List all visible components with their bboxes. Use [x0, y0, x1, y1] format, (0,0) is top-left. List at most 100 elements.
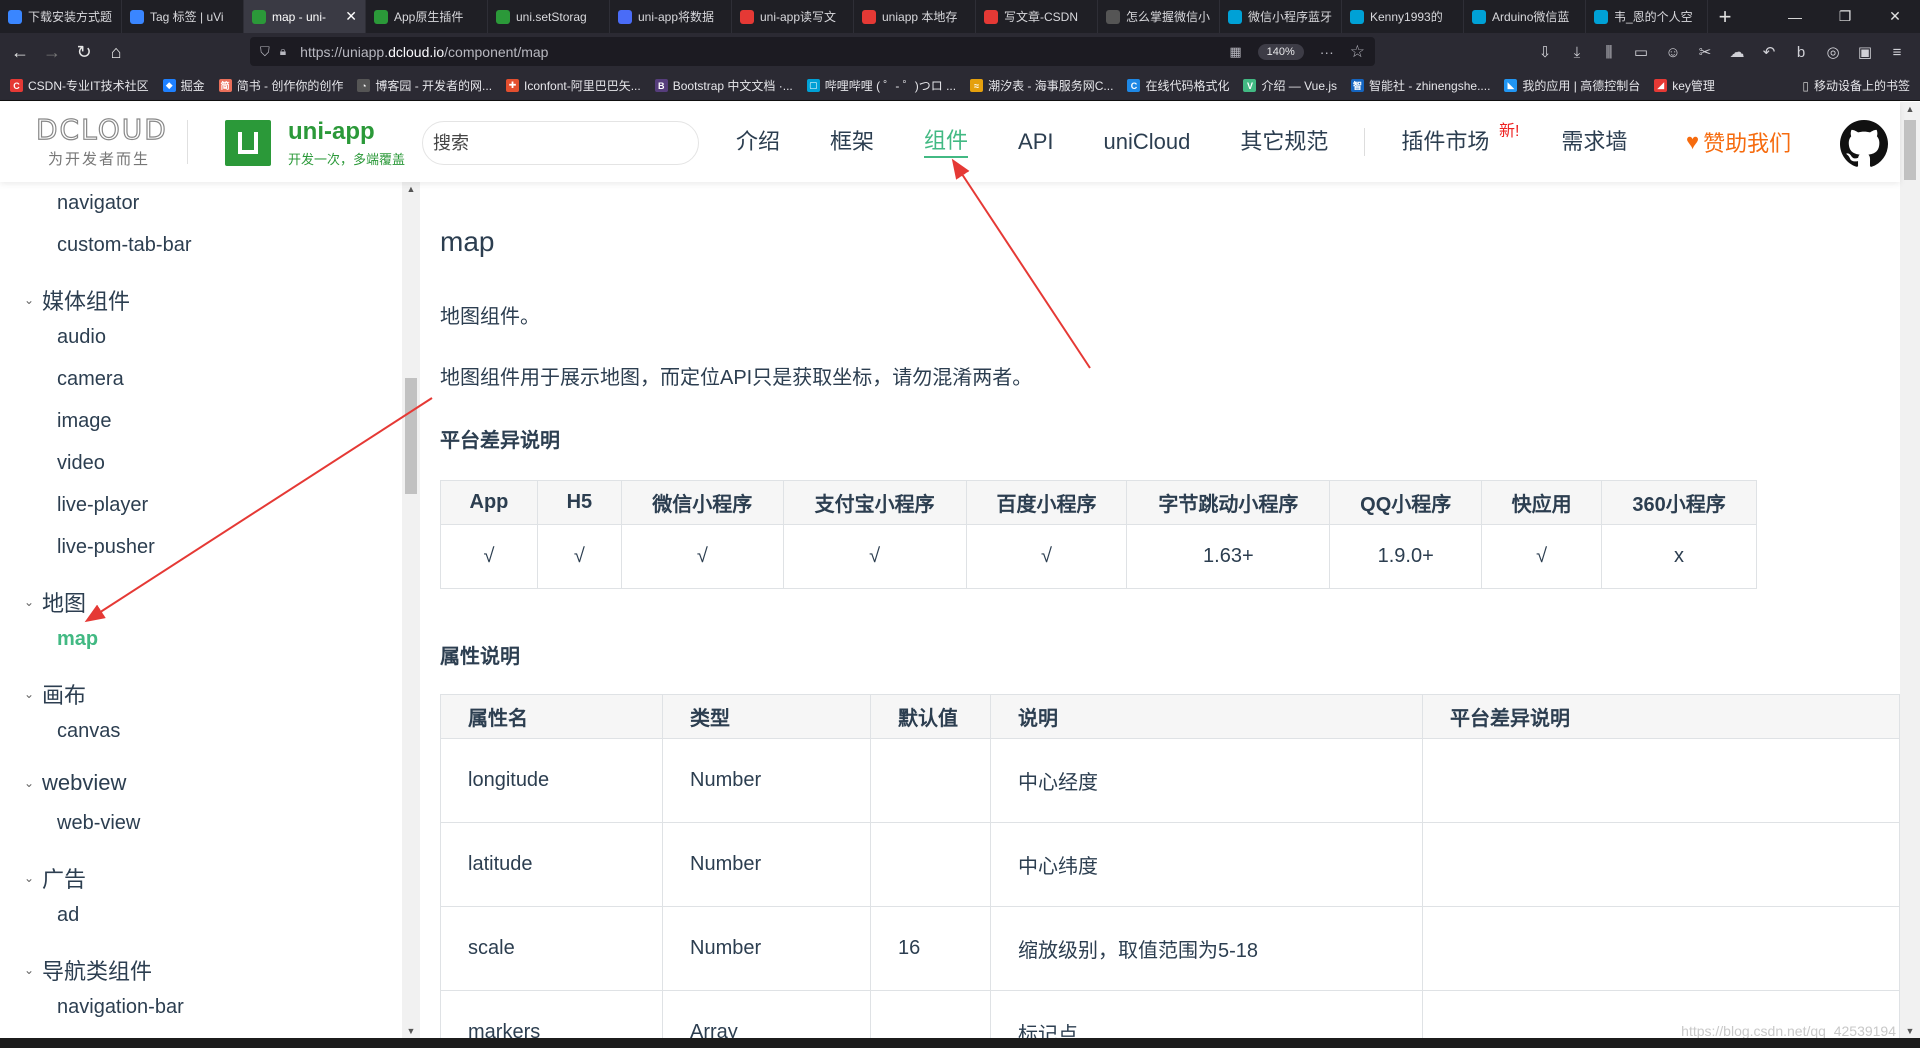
browser-tab[interactable]: App原生插件	[366, 0, 488, 33]
bookmark-item[interactable]: ◔ 博客园 - 开发者的网...	[357, 77, 492, 94]
browser-tab[interactable]: Tag 标签 | uVi	[122, 0, 244, 33]
sidebar-item-canvas[interactable]: canvas	[57, 720, 120, 743]
tracking-shield-icon[interactable]: ⛉	[260, 44, 270, 60]
browser-tab[interactable]: 下载安装方式题	[0, 0, 122, 33]
bilibili-ext-icon[interactable]: ▣	[1856, 43, 1874, 61]
browser-tab[interactable]: map - uni- ✕	[244, 0, 366, 33]
browser-tab[interactable]: Kenny1993的	[1342, 0, 1464, 33]
sidebar-item-camera[interactable]: camera	[57, 368, 124, 391]
browser-tab[interactable]: 写文章-CSDN	[976, 0, 1098, 33]
browser-tab[interactable]: uniapp 本地存	[854, 0, 976, 33]
sidebar-item-navigator[interactable]: navigator	[57, 192, 139, 215]
sidebar-group[interactable]: ⌄ 画布	[24, 678, 86, 710]
sidebar-scrollbar[interactable]: ▲ ▼	[402, 182, 420, 1038]
library-icon[interactable]: ⫼	[1600, 44, 1618, 61]
addon-icon[interactable]: ◎	[1824, 43, 1842, 61]
reload-button[interactable]: ↻	[68, 37, 100, 67]
extension-icon[interactable]: ☺	[1664, 44, 1682, 61]
nav-unicloud[interactable]: uniCloud	[1104, 127, 1191, 157]
site-search-input[interactable]	[422, 121, 699, 165]
undo-icon[interactable]: ↶	[1760, 43, 1778, 61]
back-button[interactable]: ←	[4, 37, 36, 67]
bookmark-item[interactable]: ◢ key管理	[1654, 77, 1715, 94]
sponsor-link[interactable]: ♥ 赞助我们	[1686, 126, 1791, 158]
browser-tab[interactable]: 怎么掌握微信小	[1098, 0, 1220, 33]
bookmark-item[interactable]: ◆ 掘金	[162, 77, 205, 94]
sidebar-icon[interactable]: ▭	[1632, 43, 1650, 61]
new-tab-button[interactable]: +	[1708, 0, 1742, 33]
browser-tab[interactable]: 韦_恩的个人空	[1586, 0, 1708, 33]
browser-tab[interactable]: Arduino微信蓝	[1464, 0, 1586, 33]
sidebar-item-navigation-bar[interactable]: navigation-bar	[57, 996, 184, 1019]
nav-other-specs[interactable]: 其它规范	[1240, 127, 1328, 157]
zoom-level-badge[interactable]: 140%	[1257, 43, 1304, 60]
nav-intro[interactable]: 介绍	[736, 127, 780, 157]
uniapp-logo-icon[interactable]	[225, 120, 271, 166]
browser-tab[interactable]: uni.setStorag	[488, 0, 610, 33]
bookmark-item[interactable]: V 介绍 — Vue.js	[1243, 77, 1337, 94]
sidebar-item-custom-tab-bar[interactable]: custom-tab-bar	[57, 234, 192, 257]
page-actions-button[interactable]: ···	[1320, 44, 1334, 60]
screenshot-icon[interactable]: ✂	[1696, 43, 1714, 61]
menu-icon[interactable]: ≡	[1888, 44, 1906, 61]
sidebar-item-ad[interactable]: ad	[57, 904, 79, 927]
bookmark-item[interactable]: ◣ 我的应用 | 高德控制台	[1504, 77, 1640, 94]
home-button[interactable]: ⌂	[100, 37, 132, 67]
bookmark-item[interactable]: ▢ 哔哩哔哩 ( ゜- ゜)つロ ...	[806, 77, 956, 94]
sidebar-group[interactable]: ⌄ 地图	[24, 586, 86, 618]
sidebar-group[interactable]: ⌄ webview	[24, 770, 126, 796]
scroll-up-arrow[interactable]: ▲	[1900, 104, 1920, 114]
bookmark-item[interactable]: B Bootstrap 中文文档 ·...	[654, 77, 793, 94]
bookmark-star-icon[interactable]: ☆	[1350, 42, 1365, 62]
address-bar[interactable]: ⛉ 🔒︎ https://uniapp.dcloud.io/component/…	[250, 37, 1375, 66]
nav-api[interactable]: API	[1018, 127, 1053, 157]
bookmark-item[interactable]: C CSDN-专业IT技术社区	[10, 77, 149, 94]
nav-components[interactable]: 组件	[924, 126, 969, 158]
bookmark-item[interactable]: C 在线代码格式化	[1127, 77, 1229, 94]
bing-icon[interactable]: b	[1792, 44, 1810, 61]
page-scrollbar[interactable]: ▲ ▼	[1900, 102, 1920, 1038]
save-icon[interactable]: ⤓	[1568, 44, 1586, 61]
nav-demand-wall[interactable]: 需求墙	[1561, 127, 1627, 157]
close-window-button[interactable]: ✕	[1870, 8, 1920, 25]
bookmark-item[interactable]: 简简书 - 创作你的创作	[218, 77, 343, 94]
bookmark-item[interactable]: 智智能社 - zhinengshe....	[1351, 77, 1490, 94]
lock-icon[interactable]: 🔒︎	[280, 44, 286, 59]
sidebar-item-live-pusher[interactable]: live-pusher	[57, 536, 155, 559]
brand-tagline: 开发一次，多端覆盖	[288, 152, 406, 167]
sidebar-item-web-view[interactable]: web-view	[57, 812, 140, 835]
qr-code-icon[interactable]: ▦	[1229, 44, 1241, 60]
sidebar-item-live-player[interactable]: live-player	[57, 494, 148, 517]
sidebar-item-image[interactable]: image	[57, 410, 111, 433]
mobile-bookmarks[interactable]: ▯ 移动设备上的书签	[1802, 77, 1910, 94]
minimize-button[interactable]: —	[1770, 9, 1820, 25]
sync-icon[interactable]: ☁	[1728, 43, 1746, 61]
sidebar-group[interactable]: ⌄ 导航类组件	[24, 954, 152, 986]
sidebar-item-map[interactable]: map	[57, 628, 98, 651]
sidebar-group[interactable]: ⌄ 媒体组件	[24, 284, 130, 316]
bookmark-item[interactable]: ≈ 潮汐表 - 海事服务网C...	[970, 77, 1113, 94]
browser-tab[interactable]: uni-app读写文	[732, 0, 854, 33]
bookmark-item[interactable]: ✚ Iconfont-阿里巴巴矢...	[506, 77, 641, 94]
browser-tab[interactable]: uni-app将数据	[610, 0, 732, 33]
chevron-down-icon: ⌄	[24, 963, 35, 977]
sidebar-item-video[interactable]: video	[57, 452, 105, 475]
tab-close-icon[interactable]: ✕	[345, 8, 357, 25]
restore-button[interactable]: ❐	[1820, 8, 1870, 25]
browser-tab[interactable]: 微信小程序蓝牙	[1220, 0, 1342, 33]
sidebar-group[interactable]: ⌄ 广告	[24, 862, 86, 894]
scroll-down-arrow[interactable]: ▼	[1900, 1026, 1920, 1036]
uniapp-brand[interactable]: uni-app 开发一次，多端覆盖	[288, 118, 405, 168]
nav-plugin-market[interactable]: 插件市场 新!	[1401, 123, 1519, 157]
sidebar-item-audio[interactable]: audio	[57, 326, 106, 349]
url-text[interactable]: https://uniapp.dcloud.io/component/map	[300, 44, 548, 60]
page-scroll-thumb[interactable]	[1904, 120, 1916, 180]
nav-framework[interactable]: 框架	[830, 127, 874, 157]
dcloud-logo[interactable]: DCLOUD 为开发者而生	[35, 115, 168, 169]
forward-button[interactable]: →	[36, 37, 68, 67]
sidebar-scroll-thumb[interactable]	[405, 378, 417, 494]
download-icon[interactable]: ⇩	[1536, 43, 1554, 61]
sidebar-scroll-up-arrow[interactable]: ▲	[402, 184, 420, 194]
sidebar-scroll-down-arrow[interactable]: ▼	[402, 1026, 420, 1036]
github-icon[interactable]	[1840, 120, 1888, 168]
